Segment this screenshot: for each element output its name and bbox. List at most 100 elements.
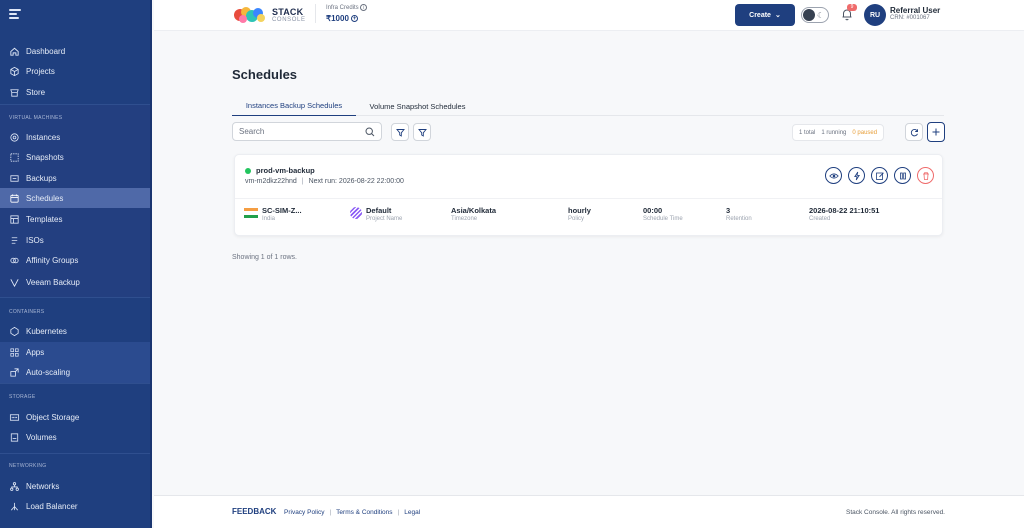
notification-badge: 9 — [847, 4, 857, 11]
sidebar-item-isos[interactable]: ISOs — [0, 230, 150, 250]
sidebar-item-volumes[interactable]: Volumes — [0, 427, 150, 447]
sidebar-item-label: Networks — [26, 481, 60, 491]
sidebar-item-label: Instances — [26, 132, 61, 142]
schedule-time-value: 00:00 — [643, 206, 663, 215]
sidebar-item-snapshots[interactable]: Snapshots — [0, 147, 150, 167]
sidebar-item-load-balancer[interactable]: Load Balancer — [0, 496, 150, 516]
project-field: Default Project Name — [350, 206, 402, 224]
sidebar-item-veeam-backup[interactable]: Veeam Backup — [0, 272, 150, 292]
sidebar-item-label: Backups — [26, 173, 57, 183]
pause-icon — [899, 172, 906, 179]
sidebar-item-kubernetes[interactable]: Kubernetes — [0, 321, 150, 341]
sidebar: Dashboard Projects Store VIRTUAL MACHINE… — [0, 0, 152, 528]
create-button[interactable]: Create ⌄ — [735, 4, 795, 26]
sidebar-section-title: VIRTUAL MACHINES — [9, 115, 63, 121]
schedule-card[interactable]: prod-vm-backup vm-m2dkz22hnd | Next run:… — [234, 154, 943, 236]
footer-links: Privacy Policy | Terms & Conditions | Le… — [284, 509, 420, 516]
search-input[interactable] — [239, 127, 365, 136]
create-button-label: Create — [749, 11, 771, 19]
schedule-subtitle: vm-m2dkz22hnd | Next run: 2026-08-22 22:… — [245, 178, 404, 185]
vm-id: vm-m2dkz22hnd — [245, 178, 297, 185]
affinity-icon — [9, 255, 20, 266]
india-flag-icon — [244, 208, 258, 218]
refresh-icon — [910, 128, 918, 136]
sidebar-section-title: NETWORKING — [9, 463, 47, 469]
sidebar-item-instances[interactable]: Instances — [0, 127, 150, 147]
sidebar-item-label: Templates — [26, 214, 63, 224]
divider: | — [329, 509, 332, 516]
template-icon — [9, 214, 20, 225]
volume-icon — [9, 432, 20, 443]
delete-button[interactable] — [917, 167, 934, 184]
add-credits-icon[interactable]: + — [351, 15, 359, 23]
retention-value: 3 — [726, 206, 731, 215]
search-icon[interactable] — [365, 126, 375, 137]
user-info[interactable]: Referral User CRN: #001067 — [890, 6, 940, 22]
sidebar-item-backups[interactable]: Backups — [0, 168, 150, 188]
filter-button[interactable] — [391, 123, 409, 141]
add-schedule-button[interactable] — [927, 122, 945, 142]
sidebar-item-label: Apps — [26, 347, 45, 357]
sidebar-divider — [0, 104, 150, 105]
sidebar-item-store[interactable]: Store — [0, 82, 150, 102]
next-run: Next run: 2026-08-22 22:00:00 — [308, 178, 404, 185]
tab-bar: Instances Backup Schedules Volume Snapsh… — [232, 96, 944, 116]
pause-button[interactable] — [894, 167, 911, 184]
credits-value: ₹1000 — [326, 14, 349, 24]
policy-value: hourly — [568, 206, 591, 215]
object-storage-icon — [9, 412, 20, 423]
backup-icon — [9, 173, 20, 184]
stack-console-logo[interactable]: STACK CONSOLE — [232, 6, 306, 24]
avatar[interactable]: RU — [864, 4, 886, 26]
info-icon[interactable]: i — [360, 4, 368, 11]
sidebar-item-label: ISOs — [26, 235, 44, 245]
sidebar-item-projects[interactable]: Projects — [0, 61, 150, 81]
notifications-button[interactable]: 9 — [840, 4, 857, 21]
terms-link[interactable]: Terms & Conditions — [336, 509, 392, 516]
advanced-filter-button[interactable] — [413, 123, 431, 141]
card-divider — [235, 198, 942, 199]
stat-total: 1 total — [799, 129, 816, 136]
schedule-time-field: 00:00 Schedule Time — [643, 206, 683, 224]
sidebar-item-affinity-groups[interactable]: Affinity Groups — [0, 250, 150, 270]
sidebar-divider — [0, 383, 150, 384]
calendar-icon — [9, 193, 20, 204]
run-now-button[interactable] — [848, 167, 865, 184]
tab-instances-backup-schedules[interactable]: Instances Backup Schedules — [232, 96, 356, 116]
logo-line-2: CONSOLE — [272, 16, 306, 23]
sidebar-item-apps[interactable]: Apps — [0, 342, 150, 362]
plus-icon — [932, 128, 940, 136]
refresh-button[interactable] — [905, 123, 923, 141]
home-icon — [9, 46, 20, 57]
sidebar-item-networks[interactable]: Networks — [0, 476, 150, 496]
infra-credits: Infra Credits i ₹1000 + — [315, 4, 368, 24]
logo-wordmark: STACK CONSOLE — [272, 7, 306, 23]
sidebar-item-object-storage[interactable]: Object Storage — [0, 407, 150, 427]
view-button[interactable] — [825, 167, 842, 184]
credits-label: Infra Credits — [326, 5, 359, 12]
trash-icon — [922, 171, 929, 180]
sidebar-item-auto-scaling[interactable]: Auto-scaling — [0, 362, 150, 382]
tab-volume-snapshot-schedules[interactable]: Volume Snapshot Schedules — [356, 96, 479, 116]
hamburger-icon[interactable] — [9, 9, 21, 19]
kubernetes-icon — [9, 326, 20, 337]
sidebar-item-dashboard[interactable]: Dashboard — [0, 41, 150, 61]
feedback-link[interactable]: FEEDBACK — [232, 507, 276, 516]
eye-icon — [828, 173, 839, 178]
top-header: STACK CONSOLE Infra Credits i ₹1000 + Cr… — [154, 0, 1024, 31]
edit-button[interactable] — [871, 167, 888, 184]
sidebar-item-label: Auto-scaling — [26, 367, 71, 377]
veeam-icon — [9, 277, 20, 288]
sidebar-item-label: Kubernetes — [26, 326, 67, 336]
copyright: Stack Console. All rights reserved. — [846, 509, 945, 516]
legal-link[interactable]: Legal — [404, 509, 420, 516]
project-icon — [350, 207, 362, 219]
filter-icon — [395, 128, 405, 137]
privacy-policy-link[interactable]: Privacy Policy — [284, 509, 324, 516]
sidebar-item-label: Projects — [26, 66, 55, 76]
theme-toggle[interactable]: ☾ — [801, 7, 829, 23]
sidebar-item-templates[interactable]: Templates — [0, 209, 150, 229]
project-value: Default — [366, 206, 392, 215]
sidebar-section-title: STORAGE — [9, 394, 36, 400]
sidebar-item-schedules[interactable]: Schedules — [0, 188, 150, 208]
